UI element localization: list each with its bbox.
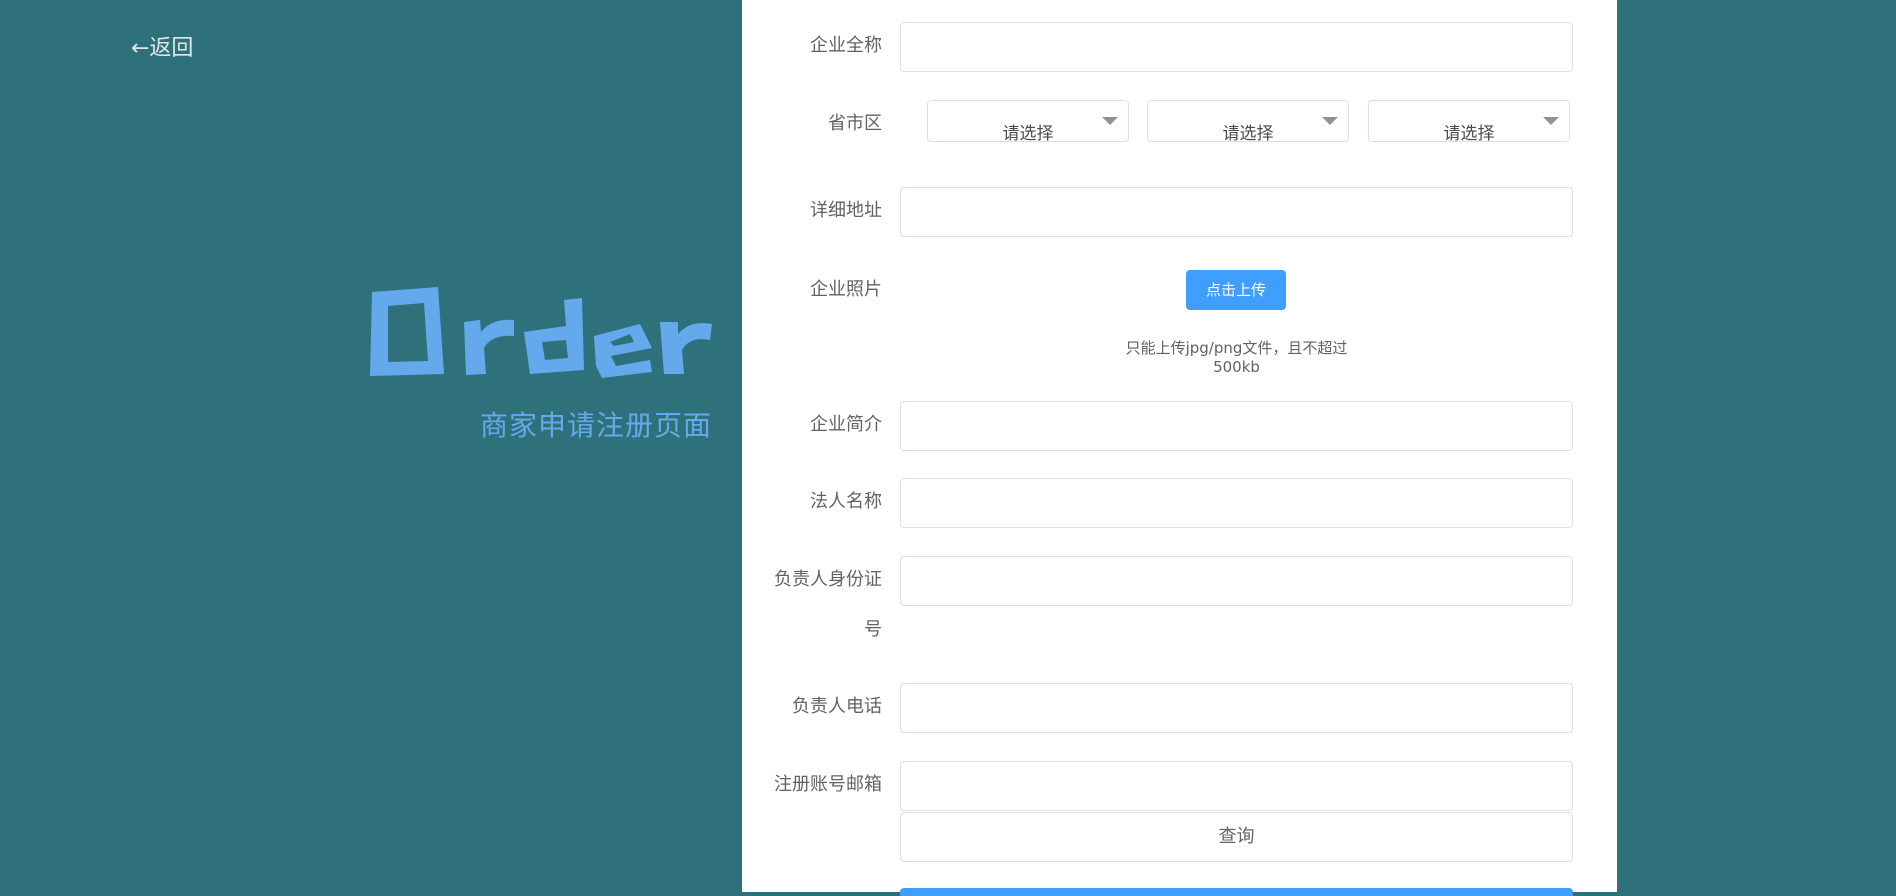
- district-select[interactable]: 请选择: [1368, 100, 1570, 144]
- province-select[interactable]: 请选择: [927, 100, 1129, 144]
- company-name-input[interactable]: [900, 22, 1573, 72]
- intro-input[interactable]: [900, 401, 1573, 451]
- upload-hint: 只能上传jpg/png文件，且不超过500kb: [1125, 339, 1348, 376]
- address-label: 详细地址: [810, 200, 882, 221]
- chevron-down-icon: [1102, 117, 1118, 125]
- address-input[interactable]: [900, 187, 1573, 237]
- legal-name-label: 法人名称: [810, 491, 882, 512]
- chevron-down-icon: [1322, 117, 1338, 125]
- order-logo: [368, 282, 718, 382]
- query-button[interactable]: 查询: [900, 812, 1573, 862]
- intro-label: 企业简介: [810, 414, 882, 435]
- province-select-value: 请选择: [1002, 124, 1054, 144]
- submit-button[interactable]: [900, 888, 1573, 896]
- region-label: 省市区: [828, 113, 882, 134]
- chevron-down-icon: [1543, 117, 1559, 125]
- id-number-label-line2: 号: [864, 619, 882, 640]
- city-select-value: 请选择: [1222, 124, 1274, 144]
- upload-button[interactable]: 点击上传: [1186, 270, 1286, 310]
- registration-form-panel: 企业全称 省市区 请选择 请选择 请选择 详细地址 企业照片 点击上传 只能上传…: [742, 0, 1617, 896]
- id-number-label-line1: 负责人身份证: [774, 569, 882, 590]
- id-number-input[interactable]: [900, 556, 1573, 606]
- phone-label: 负责人电话: [792, 696, 882, 717]
- back-link-label: ←返回: [131, 36, 194, 61]
- company-name-label: 企业全称: [810, 35, 882, 56]
- email-input[interactable]: [900, 761, 1573, 811]
- page-subtitle: 商家申请注册页面: [480, 409, 713, 442]
- photo-label: 企业照片: [810, 279, 882, 300]
- email-label: 注册账号邮箱: [774, 774, 882, 795]
- back-link[interactable]: ←返回: [131, 30, 193, 62]
- phone-input[interactable]: [900, 683, 1573, 733]
- city-select[interactable]: 请选择: [1147, 100, 1349, 144]
- legal-name-input[interactable]: [900, 478, 1573, 528]
- district-select-value: 请选择: [1443, 124, 1495, 144]
